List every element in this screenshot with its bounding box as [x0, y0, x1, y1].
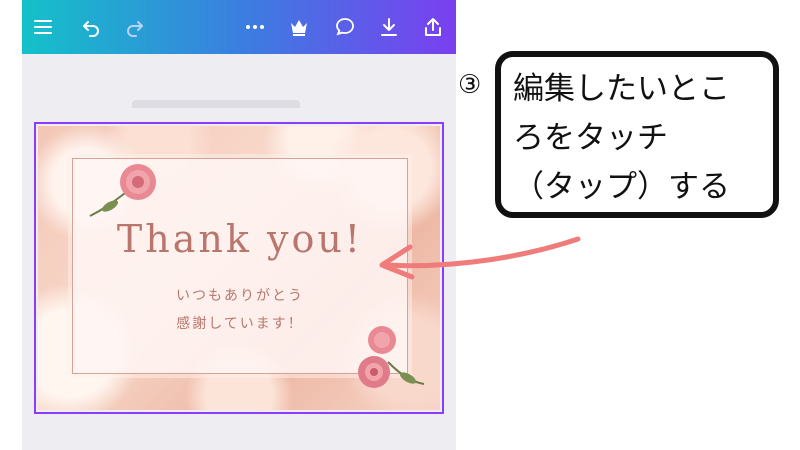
comment-icon[interactable] [332, 14, 358, 40]
menu-icon[interactable] [30, 14, 56, 40]
step-number: ③ [458, 70, 482, 100]
page-tab [132, 100, 300, 108]
more-icon[interactable] [242, 14, 268, 40]
callout-line-1: 編集したいとこ [513, 71, 730, 107]
instruction-callout: 編集したいとこ ろをタッチ （タップ）する [495, 51, 779, 218]
editor-toolbar [22, 0, 456, 54]
crown-icon[interactable] [286, 14, 312, 40]
callout-line-3: （タップ）する [513, 169, 730, 205]
download-icon[interactable] [376, 14, 402, 40]
card-message-line-1[interactable]: いつもありがとう [73, 285, 407, 305]
undo-icon[interactable] [78, 14, 104, 40]
callout-line-2: ろをタッチ [513, 120, 668, 156]
share-icon[interactable] [420, 14, 446, 40]
rose-bottom-right-icon [358, 326, 425, 388]
redo-icon[interactable] [122, 14, 148, 40]
pointer-arrow-icon [379, 236, 581, 280]
rose-top-left-icon [89, 164, 156, 217]
